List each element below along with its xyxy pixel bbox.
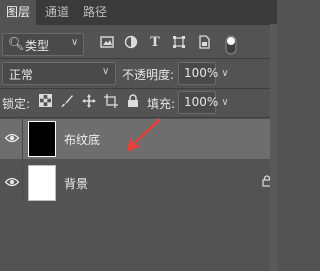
annotation-arrow-icon (127, 118, 161, 152)
